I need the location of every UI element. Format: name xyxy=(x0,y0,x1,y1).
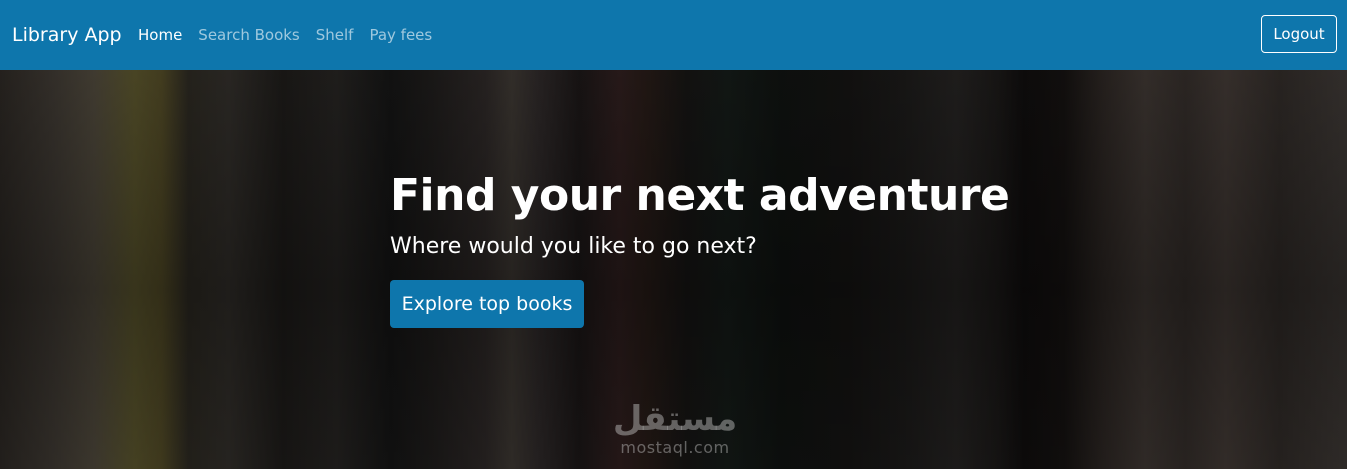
nav-link-home[interactable]: Home xyxy=(138,24,182,46)
brand-logo-text[interactable]: Library App xyxy=(12,22,122,48)
top-navbar: Library App Home Search Books Shelf Pay … xyxy=(0,0,1347,70)
nav-links: Home Search Books Shelf Pay fees xyxy=(138,24,432,46)
logout-button[interactable]: Logout xyxy=(1261,15,1337,53)
hero-title: Find your next adventure xyxy=(390,170,1010,221)
nav-link-pay-fees[interactable]: Pay fees xyxy=(369,24,432,46)
hero-banner: Find your next adventure Where would you… xyxy=(0,70,1347,469)
mostaql-watermark: مستقل mostaql.com xyxy=(600,400,750,458)
nav-link-search-books[interactable]: Search Books xyxy=(198,24,299,46)
hero-subtitle: Where would you like to go next? xyxy=(390,234,757,259)
hero-content: Find your next adventure Where would you… xyxy=(390,168,1010,328)
nav-link-shelf[interactable]: Shelf xyxy=(316,24,354,46)
watermark-latin-text: mostaql.com xyxy=(620,438,730,457)
watermark-arabic-text: مستقل xyxy=(612,399,738,439)
explore-top-books-button[interactable]: Explore top books xyxy=(390,280,584,328)
